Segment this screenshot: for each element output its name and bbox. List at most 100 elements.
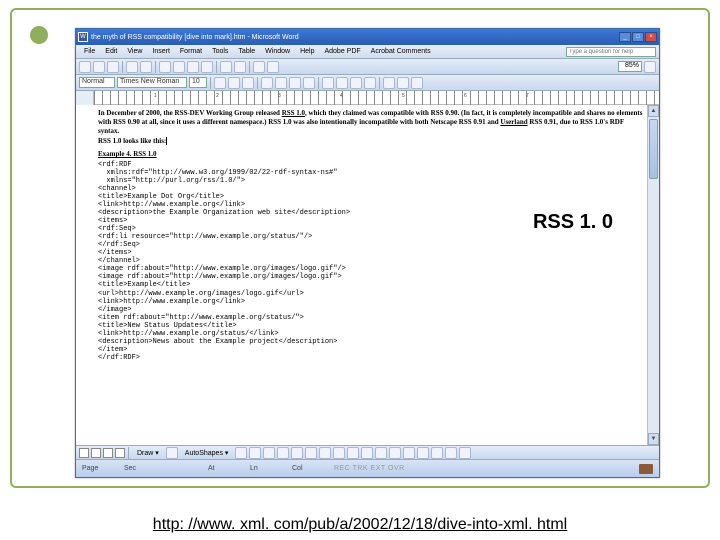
open-button[interactable] — [93, 61, 105, 73]
copy-button[interactable] — [187, 61, 199, 73]
menu-edit[interactable]: Edit — [100, 47, 122, 56]
formatting-toolbar: Normal Times New Roman 10 — [76, 75, 659, 91]
bold-button[interactable] — [214, 77, 226, 89]
spell-status-icon[interactable] — [639, 464, 653, 474]
menu-help[interactable]: Help — [295, 47, 319, 56]
align-right-button[interactable] — [289, 77, 301, 89]
paragraph: RSS 1.0 looks like this: — [98, 137, 645, 146]
separator-icon — [318, 77, 319, 89]
underline-button[interactable] — [242, 77, 254, 89]
undo-button[interactable] — [220, 61, 232, 73]
increase-indent-button[interactable] — [364, 77, 376, 89]
menu-file[interactable]: File — [79, 47, 100, 56]
outline-view-button[interactable] — [115, 448, 125, 458]
menu-table[interactable]: Table — [233, 47, 260, 56]
separator-icon — [257, 77, 258, 89]
print-preview-button[interactable] — [140, 61, 152, 73]
status-sec: Sec — [124, 465, 152, 472]
menu-adobe-pdf[interactable]: Adobe PDF — [319, 47, 365, 56]
dash-style-button[interactable] — [417, 447, 429, 459]
separator-icon — [128, 447, 129, 459]
tables-button[interactable] — [267, 61, 279, 73]
close-button[interactable]: × — [645, 32, 657, 42]
separator-icon — [210, 77, 211, 89]
paste-button[interactable] — [201, 61, 213, 73]
footer-url: http: //www. xml. com/pub/a/2002/12/18/d… — [0, 516, 720, 534]
scroll-thumb[interactable] — [649, 119, 658, 179]
rss-callout-label: RSS 1. 0 — [527, 209, 619, 236]
menubar: File Edit View Insert Format Tools Table… — [76, 45, 659, 59]
borders-button[interactable] — [383, 77, 395, 89]
fill-color-button[interactable] — [361, 447, 373, 459]
save-button[interactable] — [107, 61, 119, 73]
minimize-button[interactable]: _ — [619, 32, 631, 42]
menu-view[interactable]: View — [122, 47, 147, 56]
print-view-button[interactable] — [103, 448, 113, 458]
example-heading: Example 4. RSS 1.0 — [98, 150, 645, 159]
ruler-mark: 1 — [154, 93, 157, 99]
autoshapes-menu[interactable]: AutoShapes ▾ — [180, 448, 234, 458]
menu-insert[interactable]: Insert — [147, 47, 175, 56]
draw-menu[interactable]: Draw ▾ — [132, 448, 164, 458]
line-button[interactable] — [235, 447, 247, 459]
ruler-mark: 7 — [526, 93, 529, 99]
font-color-button[interactable] — [411, 77, 423, 89]
italic-button[interactable] — [228, 77, 240, 89]
cut-button[interactable] — [173, 61, 185, 73]
decrease-indent-button[interactable] — [350, 77, 362, 89]
menu-window[interactable]: Window — [260, 47, 295, 56]
scroll-down-button[interactable]: ▼ — [648, 433, 659, 445]
maximize-button[interactable]: □ — [632, 32, 644, 42]
shadow-button[interactable] — [445, 447, 457, 459]
arrow-style-button[interactable] — [431, 447, 443, 459]
arrow-button[interactable] — [249, 447, 261, 459]
highlight-button[interactable] — [397, 77, 409, 89]
word-app-icon: W — [78, 32, 88, 42]
align-left-button[interactable] — [261, 77, 273, 89]
line-color-button[interactable] — [375, 447, 387, 459]
menu-tools[interactable]: Tools — [207, 47, 233, 56]
diagram-button[interactable] — [319, 447, 331, 459]
toolbar-options-button[interactable] — [644, 61, 656, 73]
select-objects-button[interactable] — [166, 447, 178, 459]
vertical-scrollbar[interactable]: ▲ ▼ — [647, 105, 659, 445]
style-select[interactable]: Normal — [79, 77, 115, 88]
font-color-button[interactable] — [389, 447, 401, 459]
oval-button[interactable] — [277, 447, 289, 459]
wordart-button[interactable] — [305, 447, 317, 459]
code-block: <rdf:RDF xmlns:rdf="http://www.w3.org/19… — [98, 161, 645, 362]
textbox-button[interactable] — [291, 447, 303, 459]
status-at: At — [208, 465, 236, 472]
menu-acrobat-comments[interactable]: Acrobat Comments — [366, 47, 436, 56]
line-style-button[interactable] — [403, 447, 415, 459]
scroll-up-button[interactable]: ▲ — [648, 105, 659, 117]
ruler-ticks: 1 2 3 4 5 6 7 — [94, 91, 659, 105]
align-center-button[interactable] — [275, 77, 287, 89]
normal-view-button[interactable] — [79, 448, 89, 458]
menu-format[interactable]: Format — [175, 47, 207, 56]
ruler-mark: 2 — [216, 93, 219, 99]
word-window: W the myth of RSS compatibility [dive in… — [75, 28, 660, 478]
justify-button[interactable] — [303, 77, 315, 89]
redo-button[interactable] — [234, 61, 246, 73]
spellcheck-button[interactable] — [159, 61, 171, 73]
threedee-button[interactable] — [459, 447, 471, 459]
hyperlink-button[interactable] — [253, 61, 265, 73]
picture-button[interactable] — [347, 447, 359, 459]
zoom-select[interactable]: 85% — [618, 61, 642, 72]
print-button[interactable] — [126, 61, 138, 73]
web-view-button[interactable] — [91, 448, 101, 458]
bullet-list-button[interactable] — [336, 77, 348, 89]
slide-bullet — [30, 26, 48, 44]
clipart-button[interactable] — [333, 447, 345, 459]
help-search-input[interactable] — [566, 47, 656, 57]
horizontal-ruler[interactable]: 1 2 3 4 5 6 7 — [76, 91, 659, 105]
font-size-select[interactable]: 10 — [189, 77, 207, 88]
numbered-list-button[interactable] — [322, 77, 334, 89]
separator-icon — [122, 61, 123, 73]
ruler-mark: 3 — [278, 93, 281, 99]
rectangle-button[interactable] — [263, 447, 275, 459]
document-area[interactable]: In December of 2000, the RSS-DEV Working… — [76, 105, 659, 445]
new-doc-button[interactable] — [79, 61, 91, 73]
font-select[interactable]: Times New Roman — [117, 77, 187, 88]
